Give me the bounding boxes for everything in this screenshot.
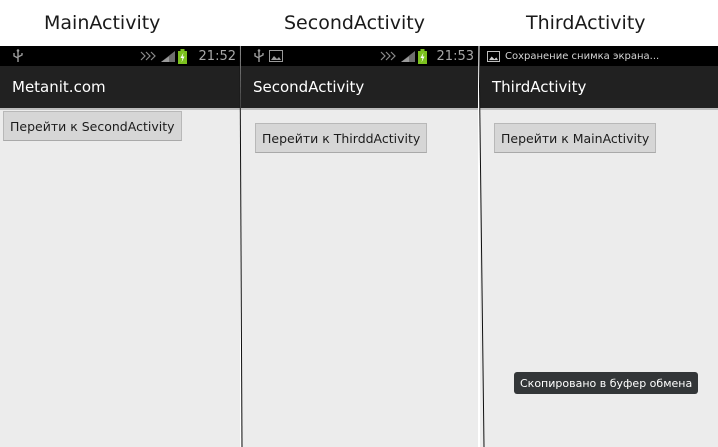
screen-divider [239,45,485,447]
